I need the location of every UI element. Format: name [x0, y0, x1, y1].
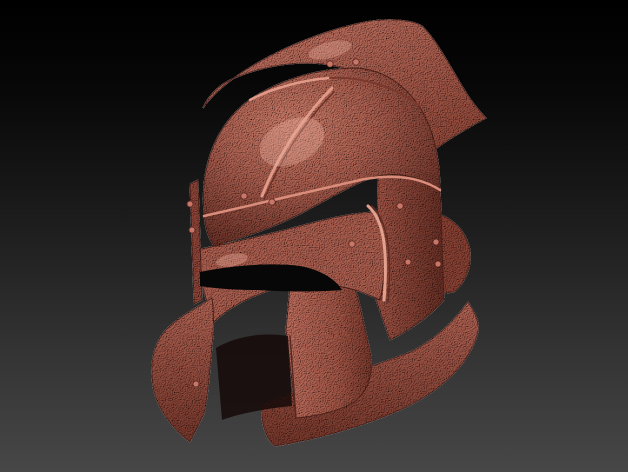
rivet [434, 260, 442, 268]
rivet [352, 58, 360, 66]
cheek-guard-left [151, 297, 214, 443]
rivet [240, 192, 248, 200]
helmet-mesh [151, 19, 487, 447]
rivet [188, 226, 196, 234]
rivet [404, 258, 412, 266]
rivet [186, 200, 194, 208]
rivet [432, 238, 440, 246]
rivet [396, 202, 404, 210]
3d-viewport[interactable] [0, 0, 628, 472]
rivet [326, 60, 334, 68]
helmet-render[interactable] [0, 0, 628, 472]
rivet [348, 240, 356, 248]
rivet [268, 198, 276, 206]
mouth-opening [216, 334, 292, 420]
rivet [192, 380, 200, 388]
